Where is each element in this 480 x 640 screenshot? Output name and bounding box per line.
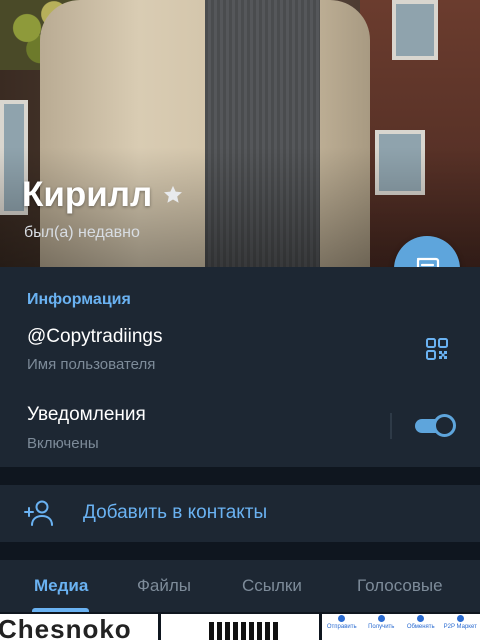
profile-name: Кирилл [22,175,153,214]
mini-button: Обменять [401,615,441,631]
notifications-state: Включены [27,435,99,452]
mini-button: P2P Маркет [441,615,480,631]
profile-status: был(а) недавно [24,224,140,241]
mini-button: Отправить [322,615,362,631]
media-grid: Chesnoko Отправить Получить Обменять P2P… [0,612,480,640]
username-value[interactable]: @Copytradiings [27,326,162,348]
tab-files[interactable]: Файлы [137,576,191,596]
info-section: Информация @Copytradiings Имя пользовате… [0,267,480,467]
add-user-icon [24,500,53,526]
add-contact-label: Добавить в контакты [83,502,268,523]
media-thumb-text: Chesnoko [0,614,132,640]
divider [390,413,392,439]
photo-window [392,0,438,60]
notifications-label[interactable]: Уведомления [27,404,146,426]
qr-code-icon[interactable] [425,337,449,361]
qr-code-image [209,622,279,640]
star-icon[interactable] [162,184,184,206]
tab-voice[interactable]: Голосовые [357,576,443,596]
mini-button: Получить [362,615,402,631]
username-caption: Имя пользователя [27,356,156,373]
profile-name-row: Кирилл [22,175,184,215]
media-tabs: Медиа Файлы Ссылки Голосовые [0,560,480,612]
section-title: Информация [27,291,131,308]
media-thumb[interactable] [161,614,319,640]
add-contact-button[interactable]: Добавить в контакты [0,485,480,542]
tab-links[interactable]: Ссылки [242,576,302,596]
tab-media[interactable]: Медиа [34,576,88,596]
toggle-knob [433,414,456,437]
media-thumb[interactable]: Chesnoko [0,614,158,640]
media-thumb[interactable]: Отправить Получить Обменять P2P Маркет [322,614,480,640]
media-thumb-buttons: Отправить Получить Обменять P2P Маркет [322,614,480,631]
notifications-toggle[interactable] [415,414,456,437]
